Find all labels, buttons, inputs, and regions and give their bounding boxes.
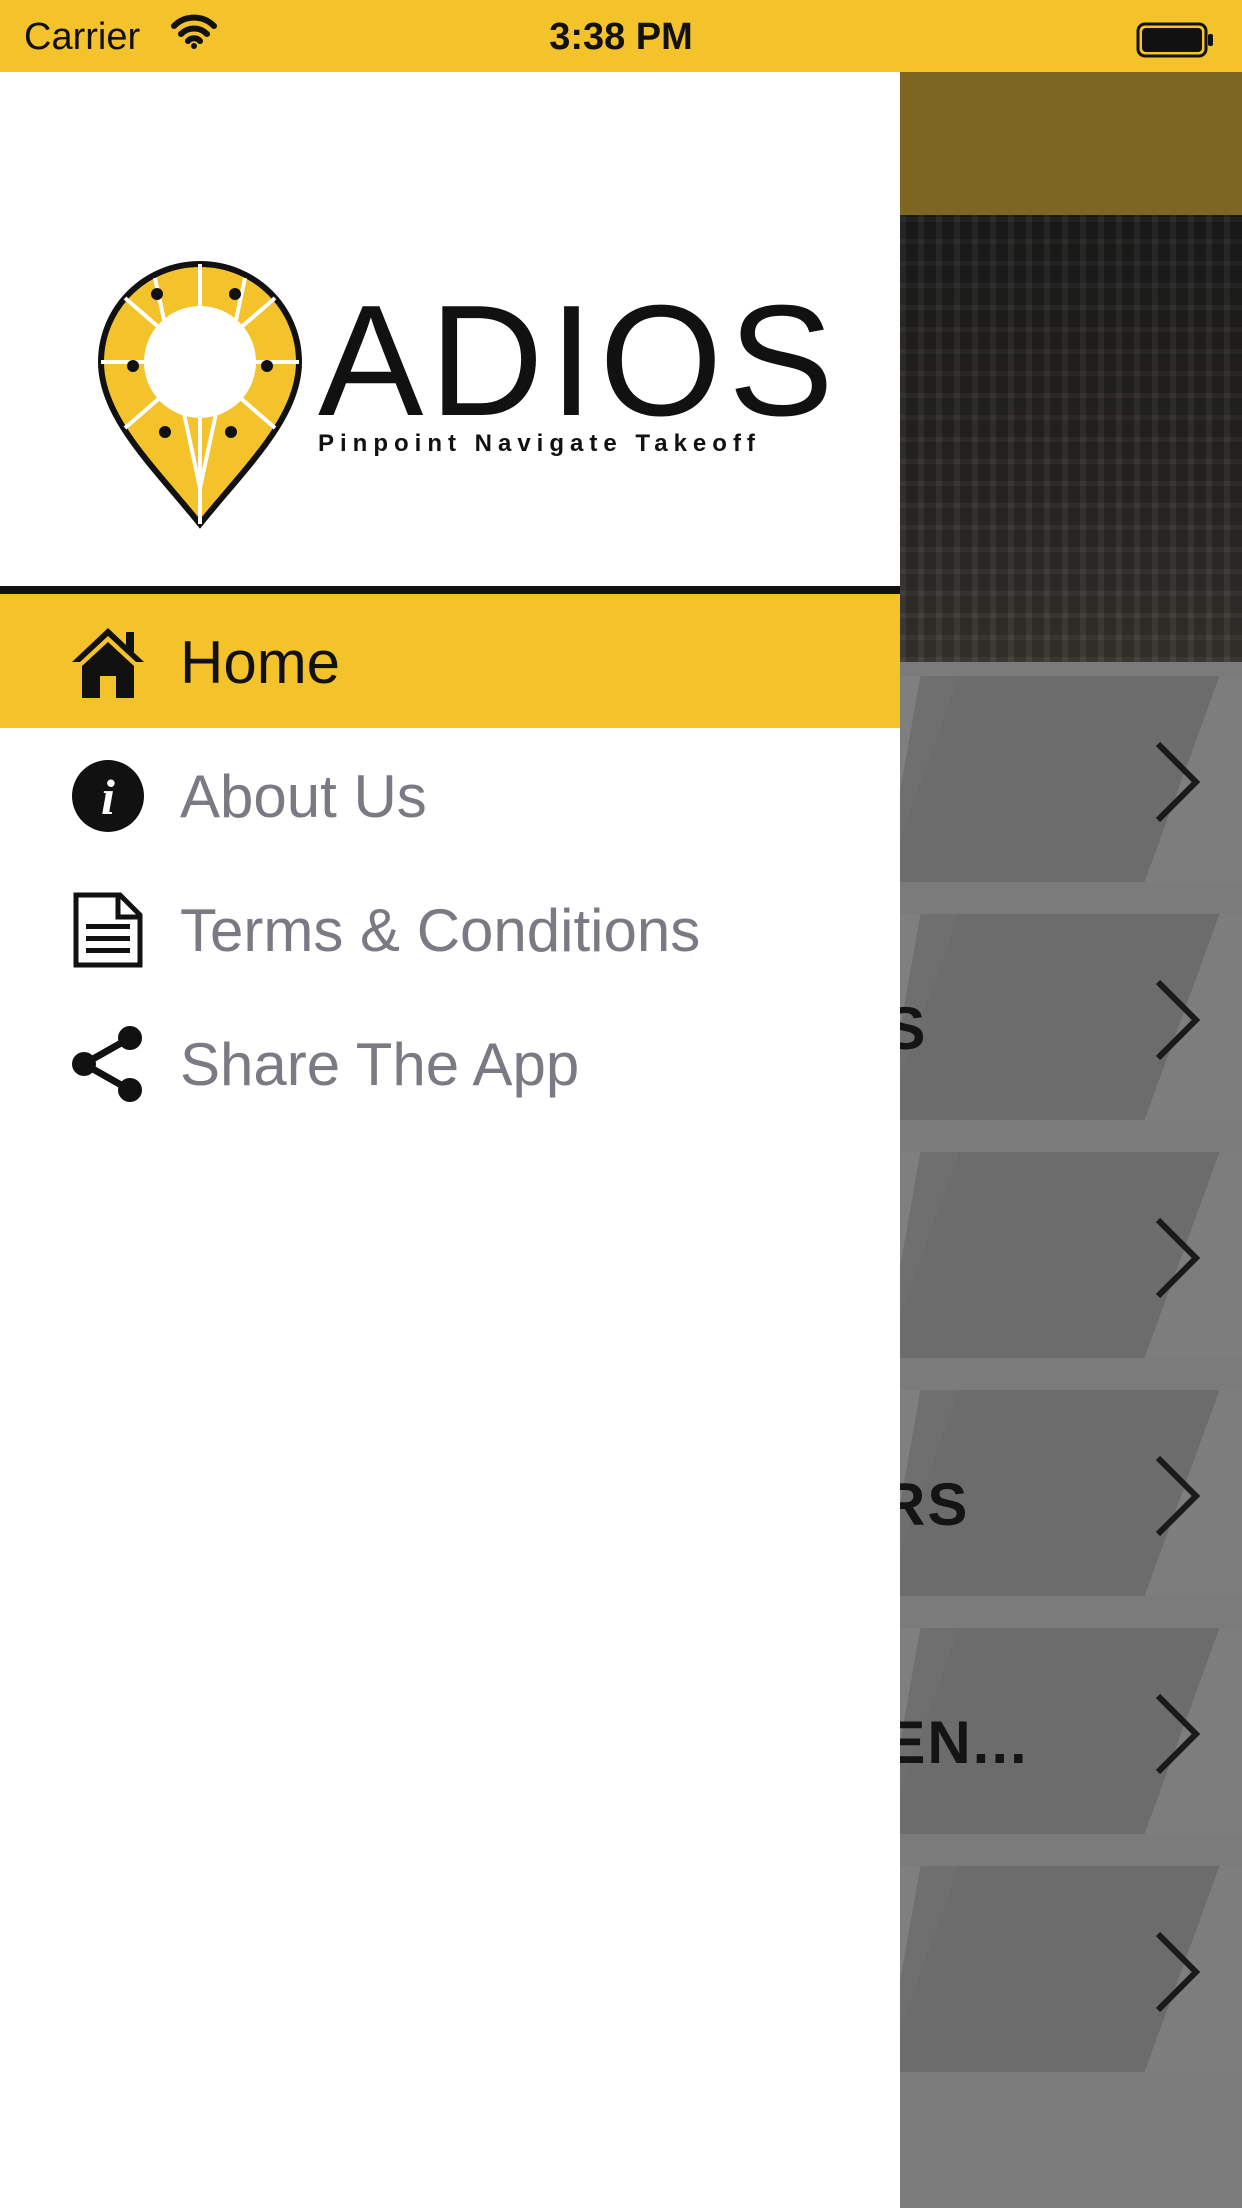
menu-item-about-us[interactable]: i About Us bbox=[0, 728, 900, 862]
logo-title: ADIOS bbox=[318, 273, 840, 449]
menu-item-home[interactable]: Home bbox=[0, 594, 900, 728]
clock: 3:38 PM bbox=[549, 16, 693, 58]
side-drawer: ADIOS Pinpoint Navigate Takeoff Home i A… bbox=[0, 72, 900, 2208]
home-icon bbox=[70, 624, 146, 700]
location-pin-icon bbox=[95, 258, 305, 535]
status-bar: Carrier 3:38 PM bbox=[0, 0, 1242, 72]
info-icon: i bbox=[70, 758, 146, 834]
chevron-right-icon bbox=[1152, 1930, 1202, 2019]
menu-item-terms-conditions[interactable]: Terms & Conditions bbox=[0, 862, 900, 996]
logo-tagline: Pinpoint Navigate Takeoff bbox=[318, 430, 761, 457]
battery-icon bbox=[1136, 22, 1216, 63]
chevron-right-icon bbox=[1152, 740, 1202, 829]
document-icon bbox=[70, 892, 146, 968]
app-logo: ADIOS Pinpoint Navigate Takeoff bbox=[0, 72, 900, 586]
menu-item-label: Home bbox=[180, 629, 341, 696]
divider bbox=[0, 586, 900, 594]
chevron-right-icon bbox=[1152, 978, 1202, 1067]
chevron-right-icon bbox=[1152, 1454, 1202, 1543]
chevron-right-icon bbox=[1152, 1692, 1202, 1781]
menu-item-share-app[interactable]: Share The App bbox=[0, 996, 900, 1130]
menu-item-label: Share The App bbox=[180, 1031, 580, 1098]
svg-text:i: i bbox=[101, 769, 115, 825]
menu-item-label: About Us bbox=[180, 763, 427, 830]
chevron-right-icon bbox=[1152, 1216, 1202, 1305]
share-icon bbox=[70, 1026, 146, 1102]
menu-item-label: Terms & Conditions bbox=[180, 897, 701, 964]
